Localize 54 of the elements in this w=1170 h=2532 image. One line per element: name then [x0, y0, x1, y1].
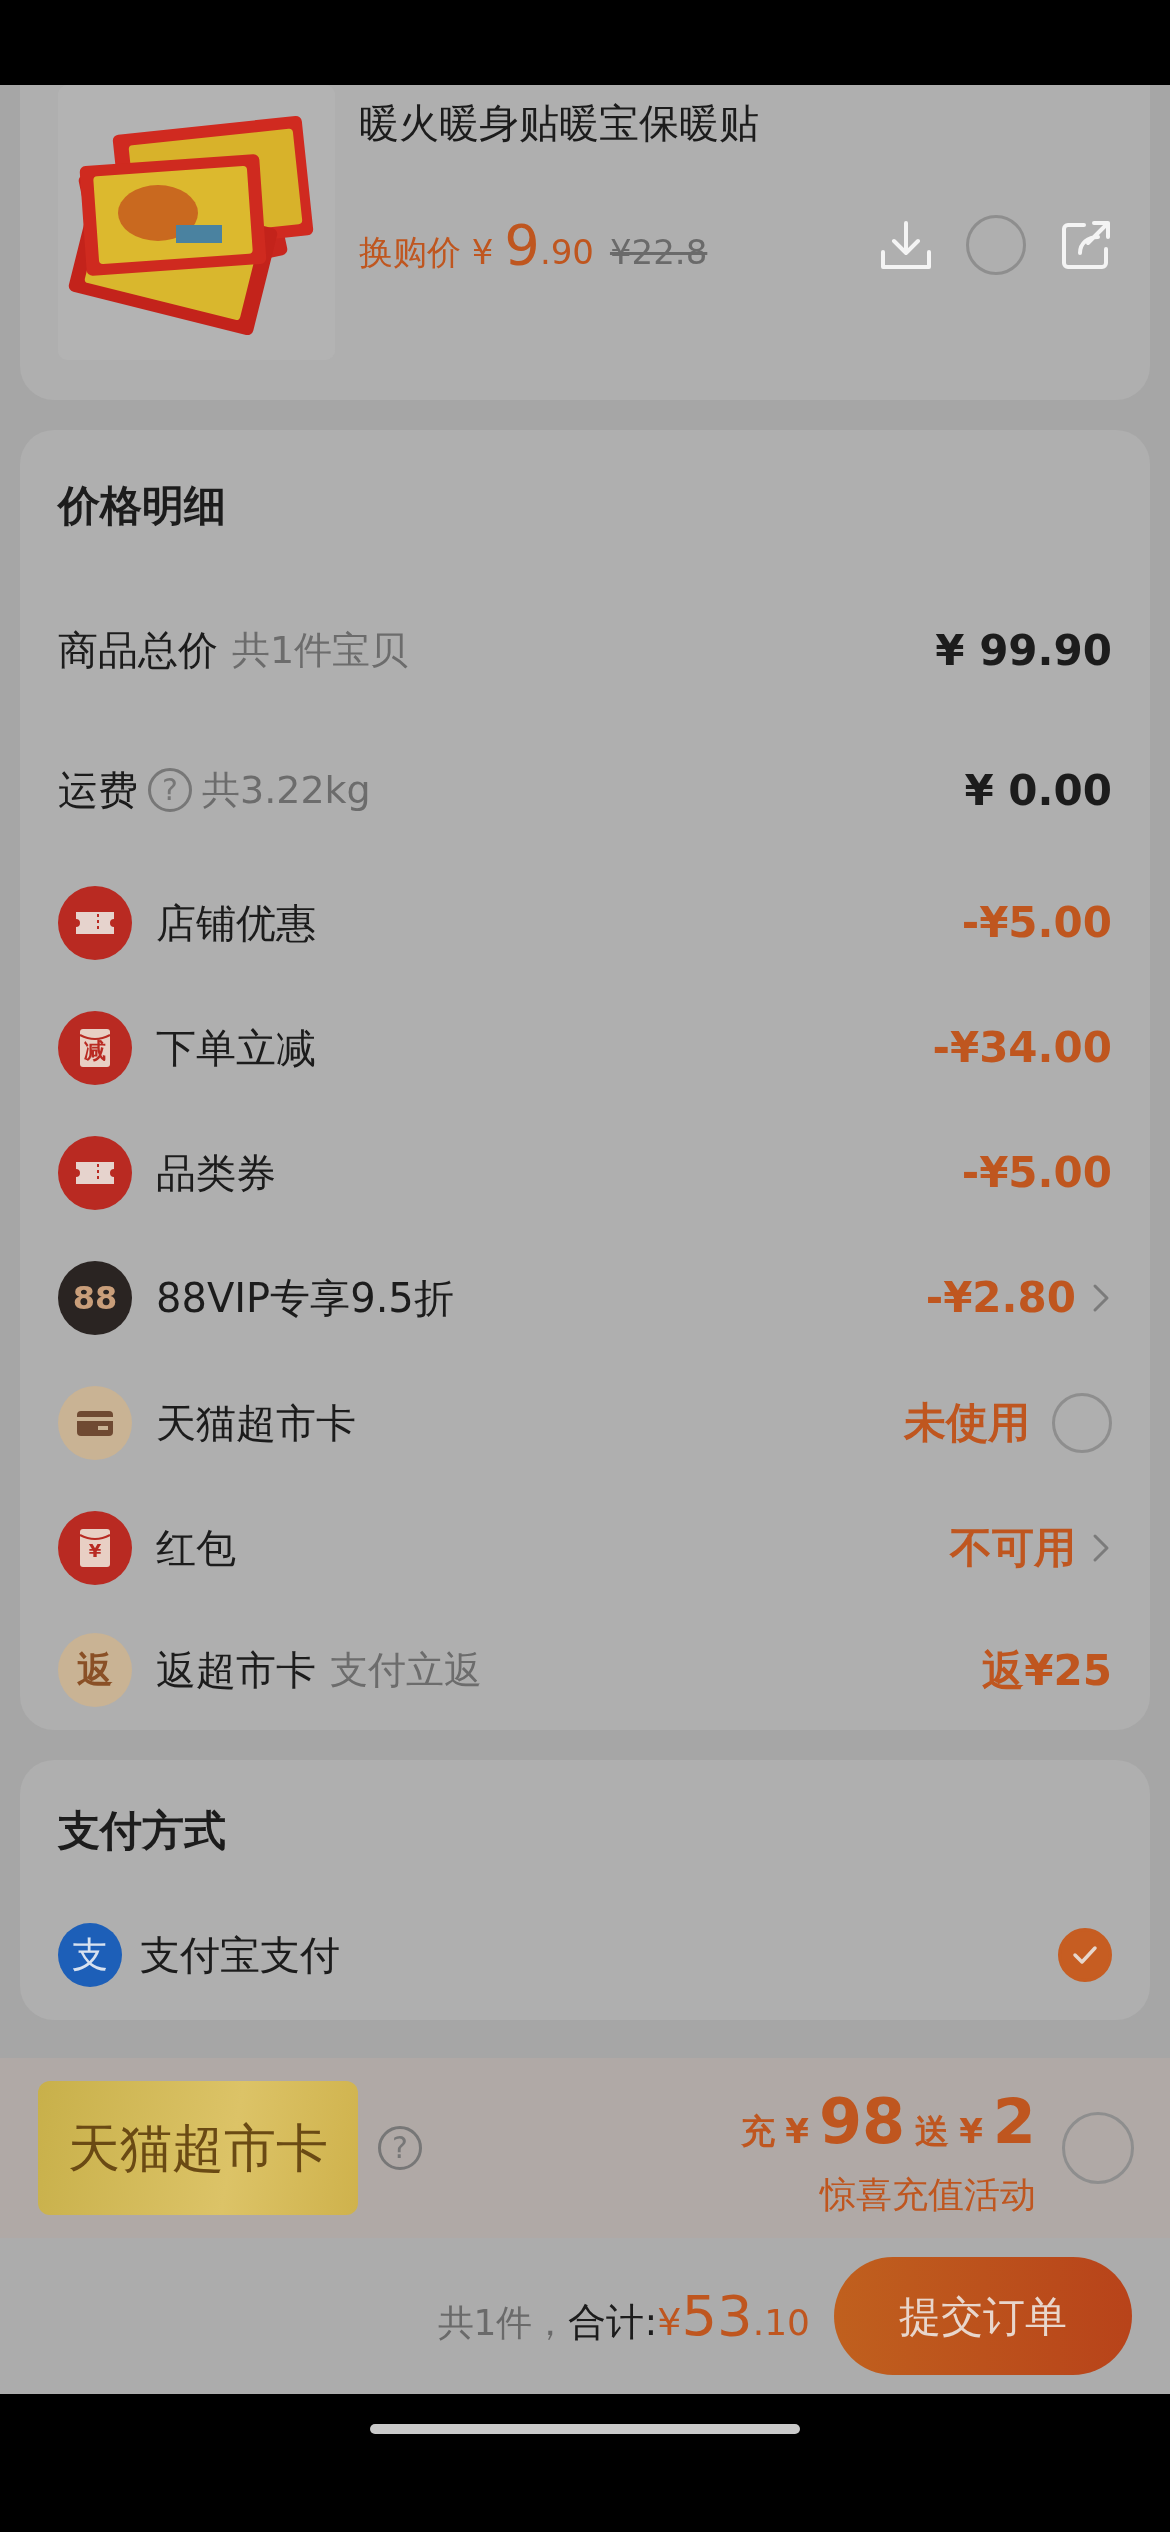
- check-icon: [1072, 1945, 1098, 1965]
- help-icon[interactable]: ?: [148, 768, 192, 812]
- vip-icon: [58, 1260, 132, 1335]
- row-value: 不可用: [950, 1522, 1076, 1574]
- row-note: 共3.22kg: [202, 766, 371, 814]
- submit-order-button[interactable]: 提交订单: [834, 2257, 1132, 2375]
- icon-label: 88: [72, 1277, 118, 1319]
- home-indicator[interactable]: [370, 2424, 800, 2434]
- row-value: -¥5.00: [961, 1147, 1112, 1199]
- section-title: 价格明细: [58, 479, 226, 532]
- recharge-offer: 充 ¥ 98 送 ¥ 2: [741, 2083, 1036, 2160]
- order-total: 共1件，合计:¥53.10: [437, 2282, 810, 2350]
- original-price: ¥22.8: [609, 231, 708, 274]
- select-radio[interactable]: [966, 215, 1026, 275]
- row-label: 品类券: [156, 1148, 276, 1198]
- row-note: 支付立返: [330, 1646, 482, 1694]
- row-value: -¥5.00: [961, 897, 1112, 949]
- row-value: ¥ 99.90: [935, 624, 1112, 677]
- row-label: 红包: [156, 1523, 236, 1573]
- ticket-icon: [58, 885, 132, 960]
- row-value: -¥34.00: [932, 1022, 1112, 1074]
- row-value: 返¥25: [982, 1644, 1112, 1697]
- card-icon: [58, 1385, 132, 1460]
- rebate-icon: [58, 1633, 132, 1707]
- alipay-icon: 支: [58, 1923, 122, 1987]
- discount-icon: [58, 1010, 132, 1085]
- row-label: 店铺优惠: [156, 898, 316, 948]
- recharge-radio[interactable]: [1062, 2112, 1134, 2184]
- use-radio[interactable]: [1052, 1392, 1112, 1453]
- product-title: 暖火暖身贴暖宝保暖贴: [359, 99, 760, 148]
- icon-label: 减: [84, 1037, 106, 1065]
- exchange-price: 换购价 ¥ 9.90: [359, 211, 594, 279]
- row-label: 商品总价: [58, 626, 218, 675]
- row-value: -¥2.80: [925, 1272, 1076, 1324]
- supermarket-card-badge: 天猫超市卡: [38, 2081, 358, 2215]
- share-icon[interactable]: [1060, 219, 1112, 271]
- row-label: 天猫超市卡: [156, 1398, 356, 1448]
- download-icon[interactable]: [880, 220, 932, 270]
- row-label: 88VIP专享9.5折: [156, 1273, 454, 1323]
- section-title: 支付方式: [58, 1804, 226, 1857]
- row-label: 运费: [58, 766, 138, 815]
- row-note: 共1件宝贝: [232, 626, 409, 674]
- row-value: ¥ 0.00: [964, 764, 1112, 817]
- icon-label: 返: [77, 1648, 113, 1692]
- icon-label: ¥: [88, 1539, 102, 1563]
- row-label: 下单立减: [156, 1023, 316, 1073]
- help-icon[interactable]: ?: [378, 2126, 422, 2170]
- recharge-subtitle: 惊喜充值活动: [820, 2172, 1036, 2217]
- payment-method: 支付宝支付: [140, 1931, 340, 1980]
- row-label: 返超市卡: [156, 1646, 316, 1695]
- selected-check[interactable]: [1058, 1928, 1112, 1982]
- row-value: 未使用: [904, 1397, 1030, 1449]
- ticket-icon: [58, 1135, 132, 1210]
- envelope-icon: [58, 1510, 132, 1585]
